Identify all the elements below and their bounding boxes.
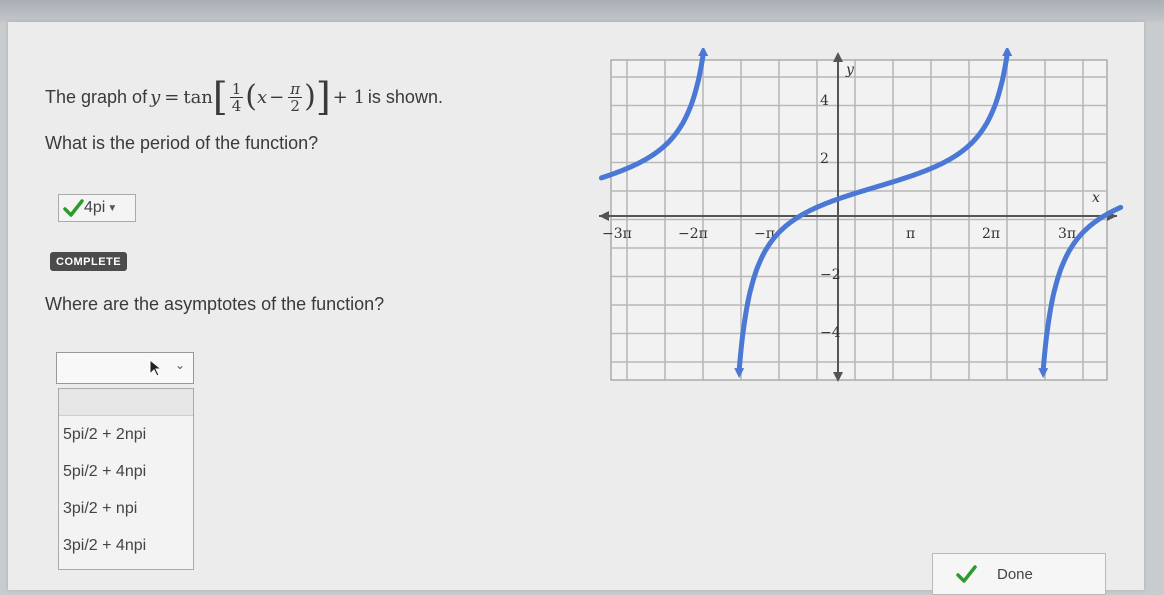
window-top-bar [0, 0, 1164, 22]
curve-arrow-up [1002, 48, 1013, 56]
eq-left-paren: ( [245, 79, 257, 114]
eq-pi-fraction: π 2 [288, 79, 303, 115]
eq-func: tan [183, 86, 213, 108]
y-axis-label: y [845, 62, 855, 78]
eq-x: x [257, 86, 268, 108]
eq-minus: − [269, 86, 285, 108]
x-tick-label: 3π [1058, 226, 1076, 242]
check-icon [956, 565, 977, 583]
equation: y = tan [ 1 4 ( x − π 2 ) ] + 1 [150, 78, 365, 116]
x-axis-arrow-left [599, 211, 609, 221]
x-tick-label: −3π [602, 226, 632, 242]
y-tick-label: 2 [820, 151, 829, 167]
x-tick-label: 2π [982, 226, 1000, 242]
status-badge: COMPLETE [50, 252, 128, 271]
dropdown-blank-option[interactable] [59, 389, 193, 416]
question-1-prefix: The graph of [45, 86, 148, 107]
dropdown-option[interactable]: 3pi/2 + 4npi [59, 527, 193, 564]
dropdown-option[interactable]: 5pi/2 + 2npi [59, 416, 193, 453]
eq-fraction: 1 4 [229, 79, 244, 115]
question-2-text: What is the period of the function? [45, 133, 319, 153]
period-answer-value: 4pi [84, 199, 106, 216]
eq-right-paren: ) [304, 79, 316, 114]
chevron-down-icon: ⌄ [174, 358, 185, 372]
y-axis-arrow-up [833, 52, 843, 62]
question-1-text: The graph of y = tan [ 1 4 ( x − π 2 ) ]… [45, 78, 443, 116]
dropdown-option[interactable]: 3pi/2 + npi [59, 490, 193, 527]
done-label: Done [997, 565, 1033, 583]
chevron-down-icon: ▼ [107, 202, 118, 214]
curve-arrow-up [698, 48, 709, 56]
dropdown-option[interactable]: 5pi/2 + 4npi [59, 453, 193, 490]
period-answer-dropdown[interactable]: 4pi ▼ [58, 194, 136, 222]
eq-two: 2 [290, 96, 300, 115]
y-tick-label: 4 [820, 93, 829, 109]
done-button[interactable]: Done [932, 553, 1106, 595]
y-tick-label: −4 [820, 325, 841, 341]
x-tick-label: −2π [678, 226, 708, 242]
asymptotes-options-list: 5pi/2 + 2npi 5pi/2 + 4npi 3pi/2 + npi 3p… [58, 388, 194, 570]
mouse-cursor-icon [149, 359, 163, 377]
eq-right-bracket: ] [315, 75, 331, 119]
eq-pi: π [288, 79, 303, 98]
eq-equals: = [164, 86, 180, 108]
eq-plus-one: + 1 [332, 86, 365, 108]
asymptotes-dropdown[interactable]: ⌄ [56, 352, 194, 384]
y-tick-label: −2 [820, 267, 841, 283]
tangent-graph: −π π 2π 3π−3π −2π42−2−4 x y [598, 48, 1124, 382]
eq-y: y [150, 86, 161, 108]
eq-frac-num: 1 [229, 79, 244, 98]
eq-left-bracket: [ [212, 75, 228, 119]
question-1-suffix: is shown. [367, 86, 443, 107]
x-tick-label: π [906, 226, 915, 242]
x-axis-label: x [1092, 190, 1100, 206]
question-3-text: Where are the asymptotes of the function… [45, 294, 385, 314]
eq-frac-den: 4 [231, 96, 242, 115]
check-icon [63, 199, 84, 217]
